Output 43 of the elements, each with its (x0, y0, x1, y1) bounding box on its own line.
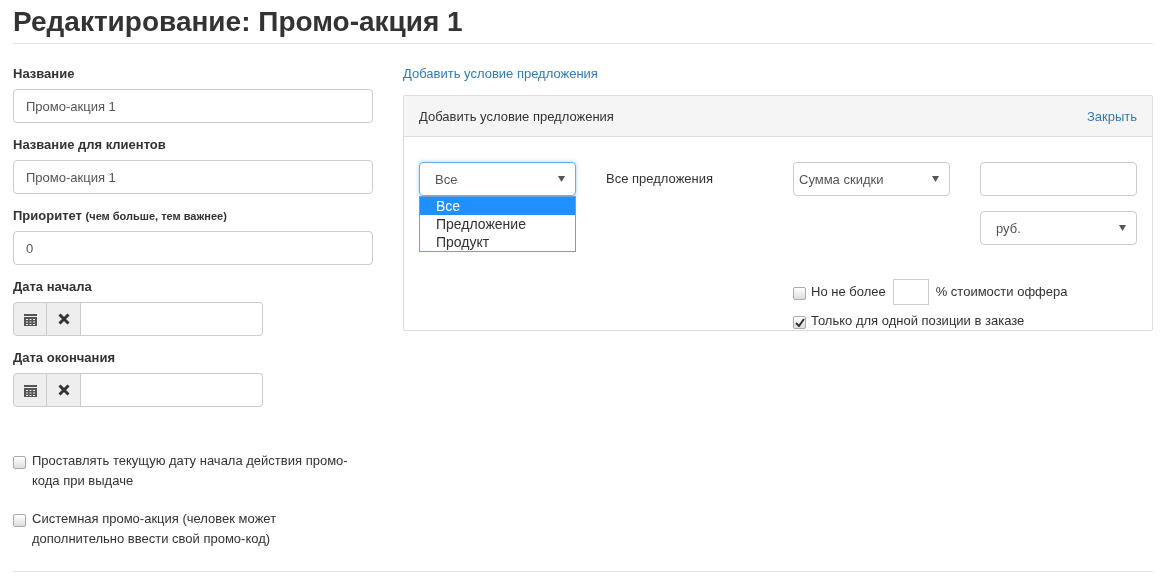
field-label: Название для клиентов (13, 137, 167, 153)
text-field[interactable]: 0 (13, 231, 373, 265)
add-condition-link[interactable]: Добавить условие предложения (403, 66, 1153, 82)
calendar-button[interactable] (13, 373, 48, 407)
date-field[interactable] (81, 302, 263, 336)
scope-label: Все предложения (606, 171, 714, 186)
date-field[interactable] (81, 373, 263, 407)
caret-icon (932, 176, 939, 182)
checkmark-icon (795, 317, 805, 327)
checkbox-label: % стоимости оффера (935, 283, 1068, 301)
field-label: Дата окончания (13, 350, 116, 366)
checkbox-label: Только для одной позиции в заказе (811, 312, 1025, 330)
checkbox[interactable] (13, 456, 26, 469)
field-label: Дата начала (13, 279, 93, 295)
caret-icon (558, 176, 565, 182)
amount-field[interactable] (980, 162, 1137, 196)
checkbox-label: Системная промо-акция (человек может дополнительно ввести свой промо-код) (32, 510, 278, 548)
caret-icon (1119, 225, 1126, 231)
calendar-icon (23, 383, 37, 397)
close-icon (57, 384, 70, 396)
text-field[interactable]: Промо-акция 1 (13, 160, 373, 194)
dropdown[interactable]: Сумма скидки (793, 162, 950, 196)
dropdown[interactable]: Все (419, 162, 576, 196)
calendar-icon (23, 312, 37, 326)
checkbox-label: Проставлять текущую дату начала действия промо-кода при выдаче (32, 452, 349, 490)
field-label: Название (13, 66, 76, 82)
checkbox-label: Но не более (811, 283, 886, 301)
close-icon (57, 313, 70, 325)
percent-field[interactable] (892, 279, 929, 305)
checkbox[interactable] (793, 315, 806, 329)
clear-button[interactable] (47, 373, 81, 407)
field-label: Приоритет (чем больше, тем важнее) (13, 208, 228, 224)
page-title: Редактирование: Промо-акция 1 (13, 6, 464, 38)
text-field[interactable]: Промо-акция 1 (13, 89, 373, 123)
panel-title: Добавить условие предложения (419, 108, 614, 124)
checkbox[interactable] (13, 514, 26, 527)
clear-button[interactable] (47, 302, 81, 336)
close-link[interactable]: Закрыть (1086, 108, 1137, 124)
calendar-button[interactable] (13, 302, 48, 336)
dropdown[interactable]: руб. (980, 211, 1137, 245)
dropdown-option[interactable]: Предложение (420, 215, 575, 233)
checkbox[interactable] (793, 286, 806, 300)
dropdown-option[interactable]: Продукт (420, 233, 575, 251)
